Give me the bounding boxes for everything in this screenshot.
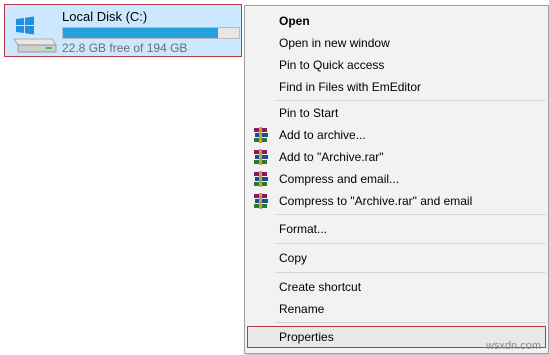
menu-item-label: Compress to "Archive.rar" and email bbox=[279, 194, 473, 208]
drive-usage-bar bbox=[62, 27, 240, 39]
menu-separator bbox=[275, 214, 546, 215]
winrar-books-icon bbox=[253, 193, 269, 209]
context-menu: Open Open in new window Pin to Quick acc… bbox=[244, 5, 549, 354]
winrar-books-icon bbox=[253, 149, 269, 165]
menu-item-pin-start[interactable]: Pin to Start bbox=[247, 102, 546, 124]
menu-separator bbox=[275, 243, 546, 244]
menu-separator bbox=[275, 322, 546, 323]
menu-separator bbox=[275, 100, 546, 101]
drive-label: Local Disk (C:) bbox=[62, 9, 148, 24]
menu-item-rename[interactable]: Rename bbox=[247, 298, 546, 320]
menu-item-format[interactable]: Format... bbox=[247, 218, 546, 240]
windows-drive-icon bbox=[10, 15, 58, 55]
menu-item-label: Add to "Archive.rar" bbox=[279, 150, 384, 164]
menu-separator bbox=[275, 272, 546, 273]
menu-item-compress-email[interactable]: Compress and email... bbox=[247, 168, 546, 190]
menu-item-copy[interactable]: Copy bbox=[247, 247, 546, 269]
winrar-books-icon bbox=[253, 171, 269, 187]
menu-item-compress-rar-email[interactable]: Compress to "Archive.rar" and email bbox=[247, 190, 546, 212]
menu-item-label: Add to archive... bbox=[279, 128, 366, 142]
winrar-books-icon bbox=[253, 127, 269, 143]
watermark: wsxdn.com bbox=[485, 340, 541, 352]
menu-item-add-archive[interactable]: Add to archive... bbox=[247, 124, 546, 146]
menu-item-label: Compress and email... bbox=[279, 172, 400, 186]
drive-free-space: 22.8 GB free of 194 GB bbox=[62, 41, 188, 55]
menu-item-create-shortcut[interactable]: Create shortcut bbox=[247, 276, 546, 298]
drive-usage-fill bbox=[63, 28, 218, 38]
menu-item-pin-quick-access[interactable]: Pin to Quick access bbox=[247, 54, 546, 76]
menu-item-open[interactable]: Open bbox=[247, 10, 546, 32]
menu-item-open-new-window[interactable]: Open in new window bbox=[247, 32, 546, 54]
menu-item-add-archive-rar[interactable]: Add to "Archive.rar" bbox=[247, 146, 546, 168]
local-disk-c-tile[interactable]: Local Disk (C:) 22.8 GB free of 194 GB bbox=[4, 4, 242, 57]
menu-item-find-emeditor[interactable]: Find in Files with EmEditor bbox=[247, 76, 546, 98]
